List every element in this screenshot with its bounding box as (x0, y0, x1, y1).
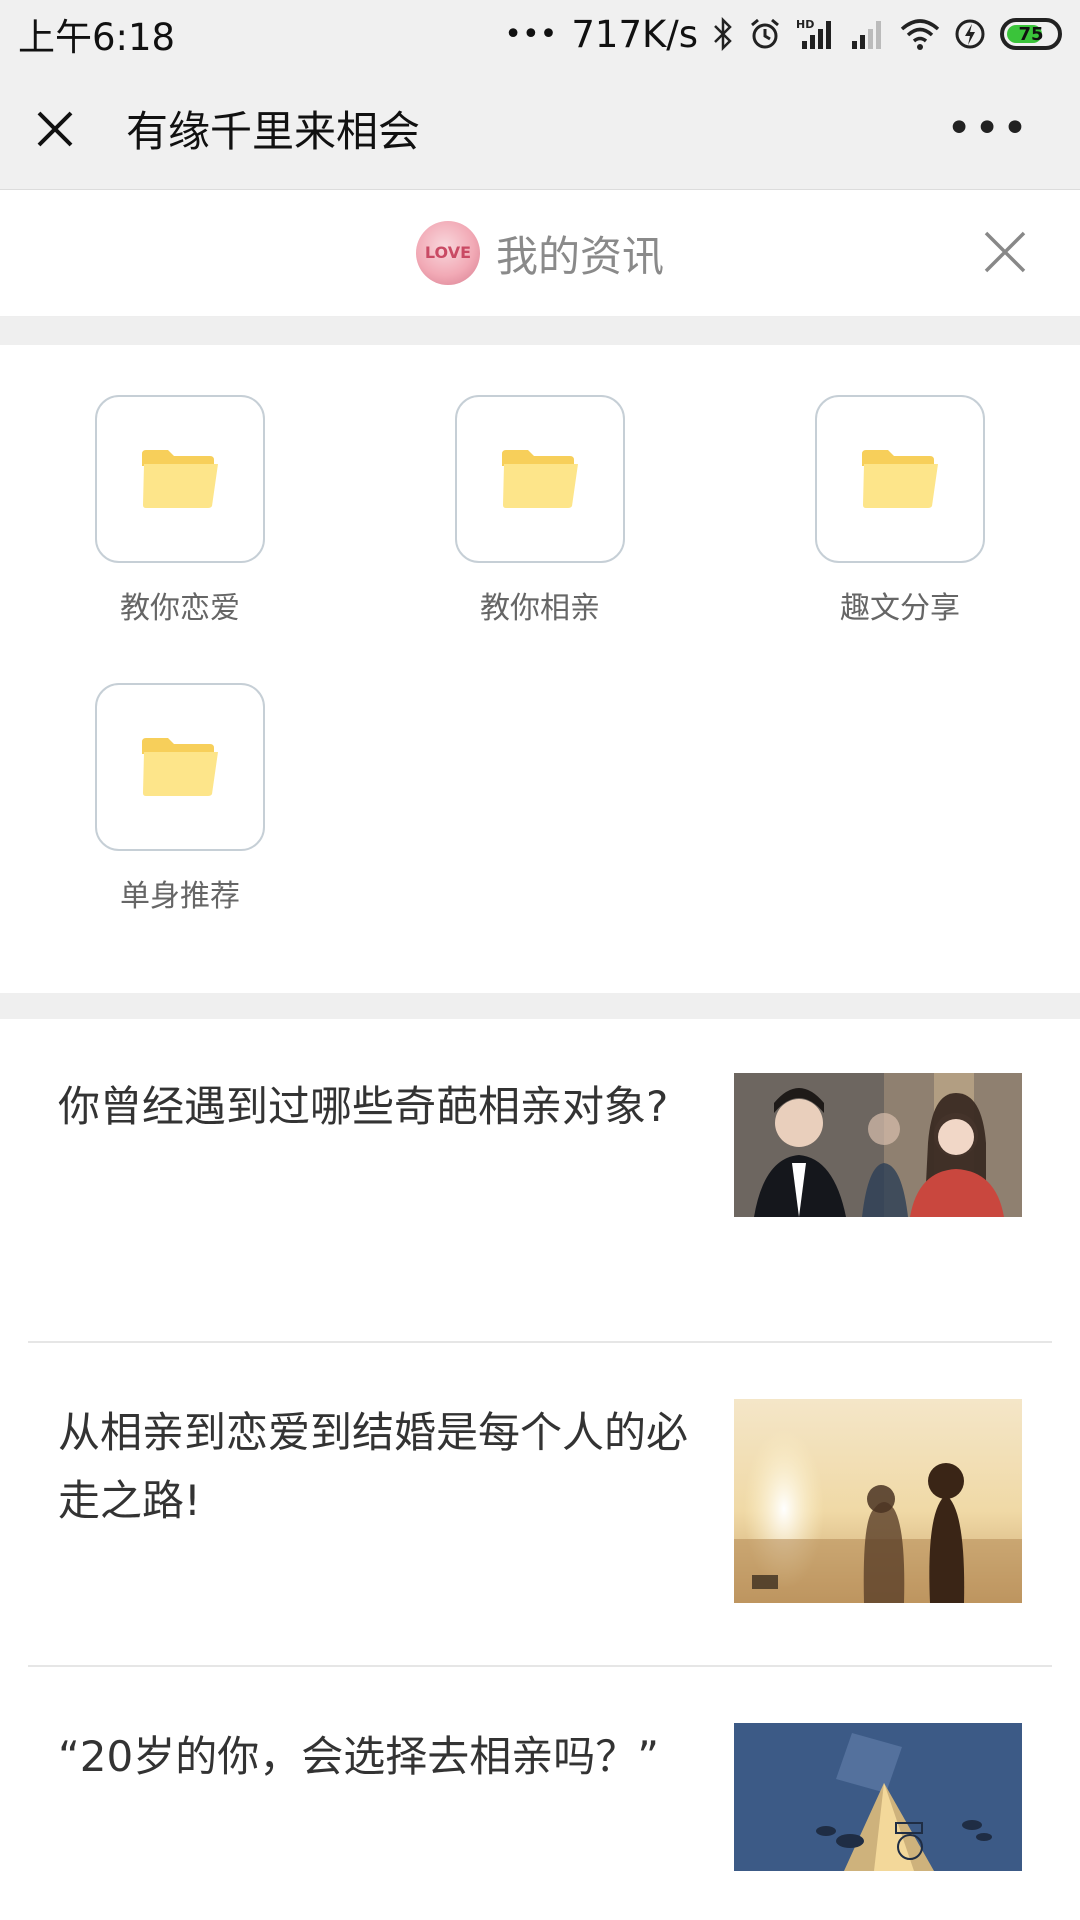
signal-hd-icon: HD (796, 18, 831, 49)
header-title: 我的资讯 (495, 231, 664, 281)
charging-icon (955, 19, 985, 49)
avatar: LOVE (415, 221, 480, 285)
svg-text:HD: HD (796, 18, 814, 31)
close-icon (37, 111, 73, 146)
category-label: 单身推荐 (120, 879, 240, 914)
folder-icon (502, 450, 578, 508)
net-speed: 717K/s (571, 12, 698, 56)
nav-bar: 有缘千里来相会 ••• (0, 68, 1080, 190)
close-icon[interactable] (980, 227, 1030, 277)
divider (0, 317, 1080, 345)
status-icons: ••• 717K/s HD 75 (504, 13, 1062, 56)
category-label: 趣文分享 (840, 591, 960, 626)
category-tile[interactable] (95, 395, 265, 563)
article-item[interactable]: “20岁的你，会选择去相亲吗？” (28, 1667, 1052, 1897)
more-button[interactable]: ••• (946, 103, 1050, 154)
category-item[interactable]: 教你恋爱 (0, 395, 360, 683)
alarm-icon (751, 18, 779, 49)
battery-percent: 75 (1018, 23, 1044, 45)
folder-icon (142, 450, 218, 508)
notification-dots-icon: ••• (504, 16, 558, 52)
article-list: 你曾经遇到过哪些奇葩相亲对象? 从相亲到恋爱到结婚是每个人的必走之路! “20岁… (0, 1019, 1080, 1897)
category-item[interactable]: 趣文分享 (720, 395, 1080, 683)
signal-icon (852, 21, 881, 49)
article-title: “20岁的你，会选择去相亲吗？” (58, 1732, 659, 1781)
close-button[interactable] (30, 104, 80, 154)
category-tile[interactable] (455, 395, 625, 563)
bluetooth-icon (714, 17, 732, 51)
article-item[interactable]: 你曾经遇到过哪些奇葩相亲对象? (28, 1019, 1052, 1343)
article-thumbnail[interactable] (734, 1399, 1022, 1603)
category-item[interactable]: 单身推荐 (0, 683, 360, 971)
folder-icon (862, 450, 938, 508)
divider (0, 993, 1080, 1019)
category-label: 教你相亲 (480, 591, 600, 626)
article-thumbnail[interactable] (734, 1073, 1022, 1217)
folder-icon (142, 738, 218, 796)
battery-icon: 75 (1000, 18, 1062, 50)
category-label: 教你恋爱 (120, 591, 240, 626)
article-item[interactable]: 从相亲到恋爱到结婚是每个人的必走之路! (28, 1343, 1052, 1667)
article-title: 从相亲到恋爱到结婚是每个人的必走之路! (58, 1408, 689, 1525)
article-title: 你曾经遇到过哪些奇葩相亲对象? (58, 1082, 669, 1131)
section-header: LOVE 我的资讯 (0, 190, 1080, 317)
status-time: 上午6:18 (18, 16, 176, 59)
category-grid: 教你恋爱 教你相亲 趣文分享 单身推荐 (0, 345, 1080, 993)
wifi-icon (900, 19, 940, 50)
category-tile[interactable] (815, 395, 985, 563)
category-tile[interactable] (95, 683, 265, 851)
page-title: 有缘千里来相会 (126, 107, 421, 156)
status-bar: 上午6:18 ••• 717K/s HD 75 (0, 0, 1080, 68)
article-thumbnail[interactable] (734, 1723, 1022, 1871)
category-item[interactable]: 教你相亲 (360, 395, 720, 683)
